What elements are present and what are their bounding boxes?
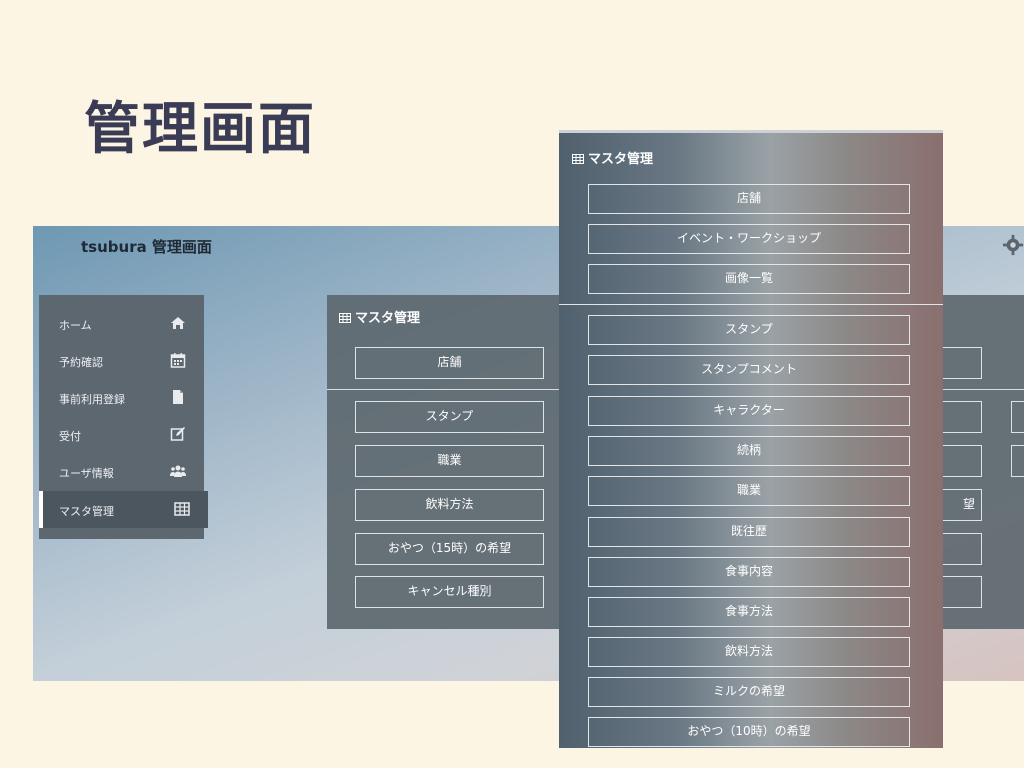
home-icon bbox=[171, 317, 185, 329]
master-button-drink-method[interactable]: 飲料方法 bbox=[355, 489, 544, 521]
sidebar-item-user-info[interactable]: ユーザ情報 bbox=[39, 453, 204, 490]
zoom-button-meal-method[interactable]: 食事方法 bbox=[588, 597, 910, 627]
zoom-button-drink-method[interactable]: 飲料方法 bbox=[588, 637, 910, 667]
slide-title: 管理画面 bbox=[84, 97, 316, 162]
zoom-button-milk-preference[interactable]: ミルクの希望 bbox=[588, 677, 910, 707]
divider bbox=[559, 304, 943, 305]
master-button-occupation[interactable]: 職業 bbox=[355, 445, 544, 477]
master-panel: マスタ管理 店舗 スタンプ 職業 飲料方法 おやつ（15時）の希望 キャンセル種… bbox=[327, 295, 559, 629]
right-panel-button[interactable] bbox=[941, 533, 982, 565]
zoom-button-stamp-comment[interactable]: スタンプコメント bbox=[588, 355, 910, 385]
zoom-button-relationship[interactable]: 続柄 bbox=[588, 436, 910, 466]
zoom-button-snack-10[interactable]: おやつ（10時）の希望 bbox=[588, 717, 910, 747]
sidebar-item-label: 事前利用登録 bbox=[59, 393, 125, 406]
right-panel-button[interactable] bbox=[1011, 445, 1024, 477]
sidebar-item-label: ユーザ情報 bbox=[59, 467, 114, 480]
panel-title-label: マスタ管理 bbox=[355, 311, 421, 326]
zoom-button-store[interactable]: 店舗 bbox=[588, 184, 910, 214]
table-icon bbox=[339, 313, 351, 323]
panel-title-label: マスタ管理 bbox=[588, 152, 654, 167]
right-panel-button[interactable] bbox=[941, 401, 982, 433]
master-button-snack-15[interactable]: おやつ（15時）の希望 bbox=[355, 533, 544, 565]
zoom-button-meal-content[interactable]: 食事内容 bbox=[588, 557, 910, 587]
zoom-button-stamp[interactable]: スタンプ bbox=[588, 315, 910, 345]
edit-icon bbox=[170, 427, 185, 441]
zoom-button-event-workshop[interactable]: イベント・ワークショップ bbox=[588, 224, 910, 254]
app-title: tsubura 管理画面 bbox=[81, 238, 212, 256]
master-button-stamp[interactable]: スタンプ bbox=[355, 401, 544, 433]
master-button-cancel-type[interactable]: キャンセル種別 bbox=[355, 576, 544, 608]
sidebar-item-label: 予約確認 bbox=[59, 356, 103, 369]
zoom-button-medical-history[interactable]: 既往歴 bbox=[588, 517, 910, 547]
table-icon bbox=[572, 154, 584, 164]
sidebar-item-master[interactable]: マスタ管理 bbox=[39, 491, 208, 528]
zoom-button-image-list[interactable]: 画像一覧 bbox=[588, 264, 910, 294]
file-icon bbox=[173, 390, 183, 404]
gear-icon[interactable] bbox=[1002, 234, 1024, 256]
calendar-icon bbox=[170, 353, 186, 368]
panel-title: マスタ管理 bbox=[572, 148, 653, 167]
sidebar-item-label: 受付 bbox=[59, 430, 81, 443]
table-icon bbox=[174, 502, 190, 516]
sidebar-item-label: マスタ管理 bbox=[59, 505, 114, 518]
right-panel-button[interactable] bbox=[941, 576, 982, 608]
zoom-button-occupation[interactable]: 職業 bbox=[588, 476, 910, 506]
zoom-button-character[interactable]: キャラクター bbox=[588, 396, 910, 426]
sidebar-item-home[interactable]: ホーム bbox=[39, 305, 204, 342]
right-panel-button[interactable] bbox=[941, 445, 982, 477]
sidebar-item-reception[interactable]: 受付 bbox=[39, 416, 204, 453]
sidebar-item-pre-registration[interactable]: 事前利用登録 bbox=[39, 379, 204, 416]
right-panel-button[interactable] bbox=[941, 347, 982, 379]
sidebar-item-reservations[interactable]: 予約確認 bbox=[39, 342, 204, 379]
zoomed-master-panel: マスタ管理 店舗 イベント・ワークショップ 画像一覧 スタンプ スタンプコメント… bbox=[559, 130, 943, 748]
right-panel-button[interactable] bbox=[1011, 401, 1024, 433]
right-panel-button[interactable]: 望 bbox=[941, 489, 982, 521]
panel-title: マスタ管理 bbox=[339, 307, 420, 326]
sidebar: ホーム 予約確認 事前利用登録 受付 ユーザ情報 マスタ管理 bbox=[39, 295, 208, 539]
users-icon bbox=[170, 465, 186, 477]
divider bbox=[327, 389, 559, 390]
sidebar-item-label: ホーム bbox=[59, 319, 92, 332]
master-button-store[interactable]: 店舗 bbox=[355, 347, 544, 379]
